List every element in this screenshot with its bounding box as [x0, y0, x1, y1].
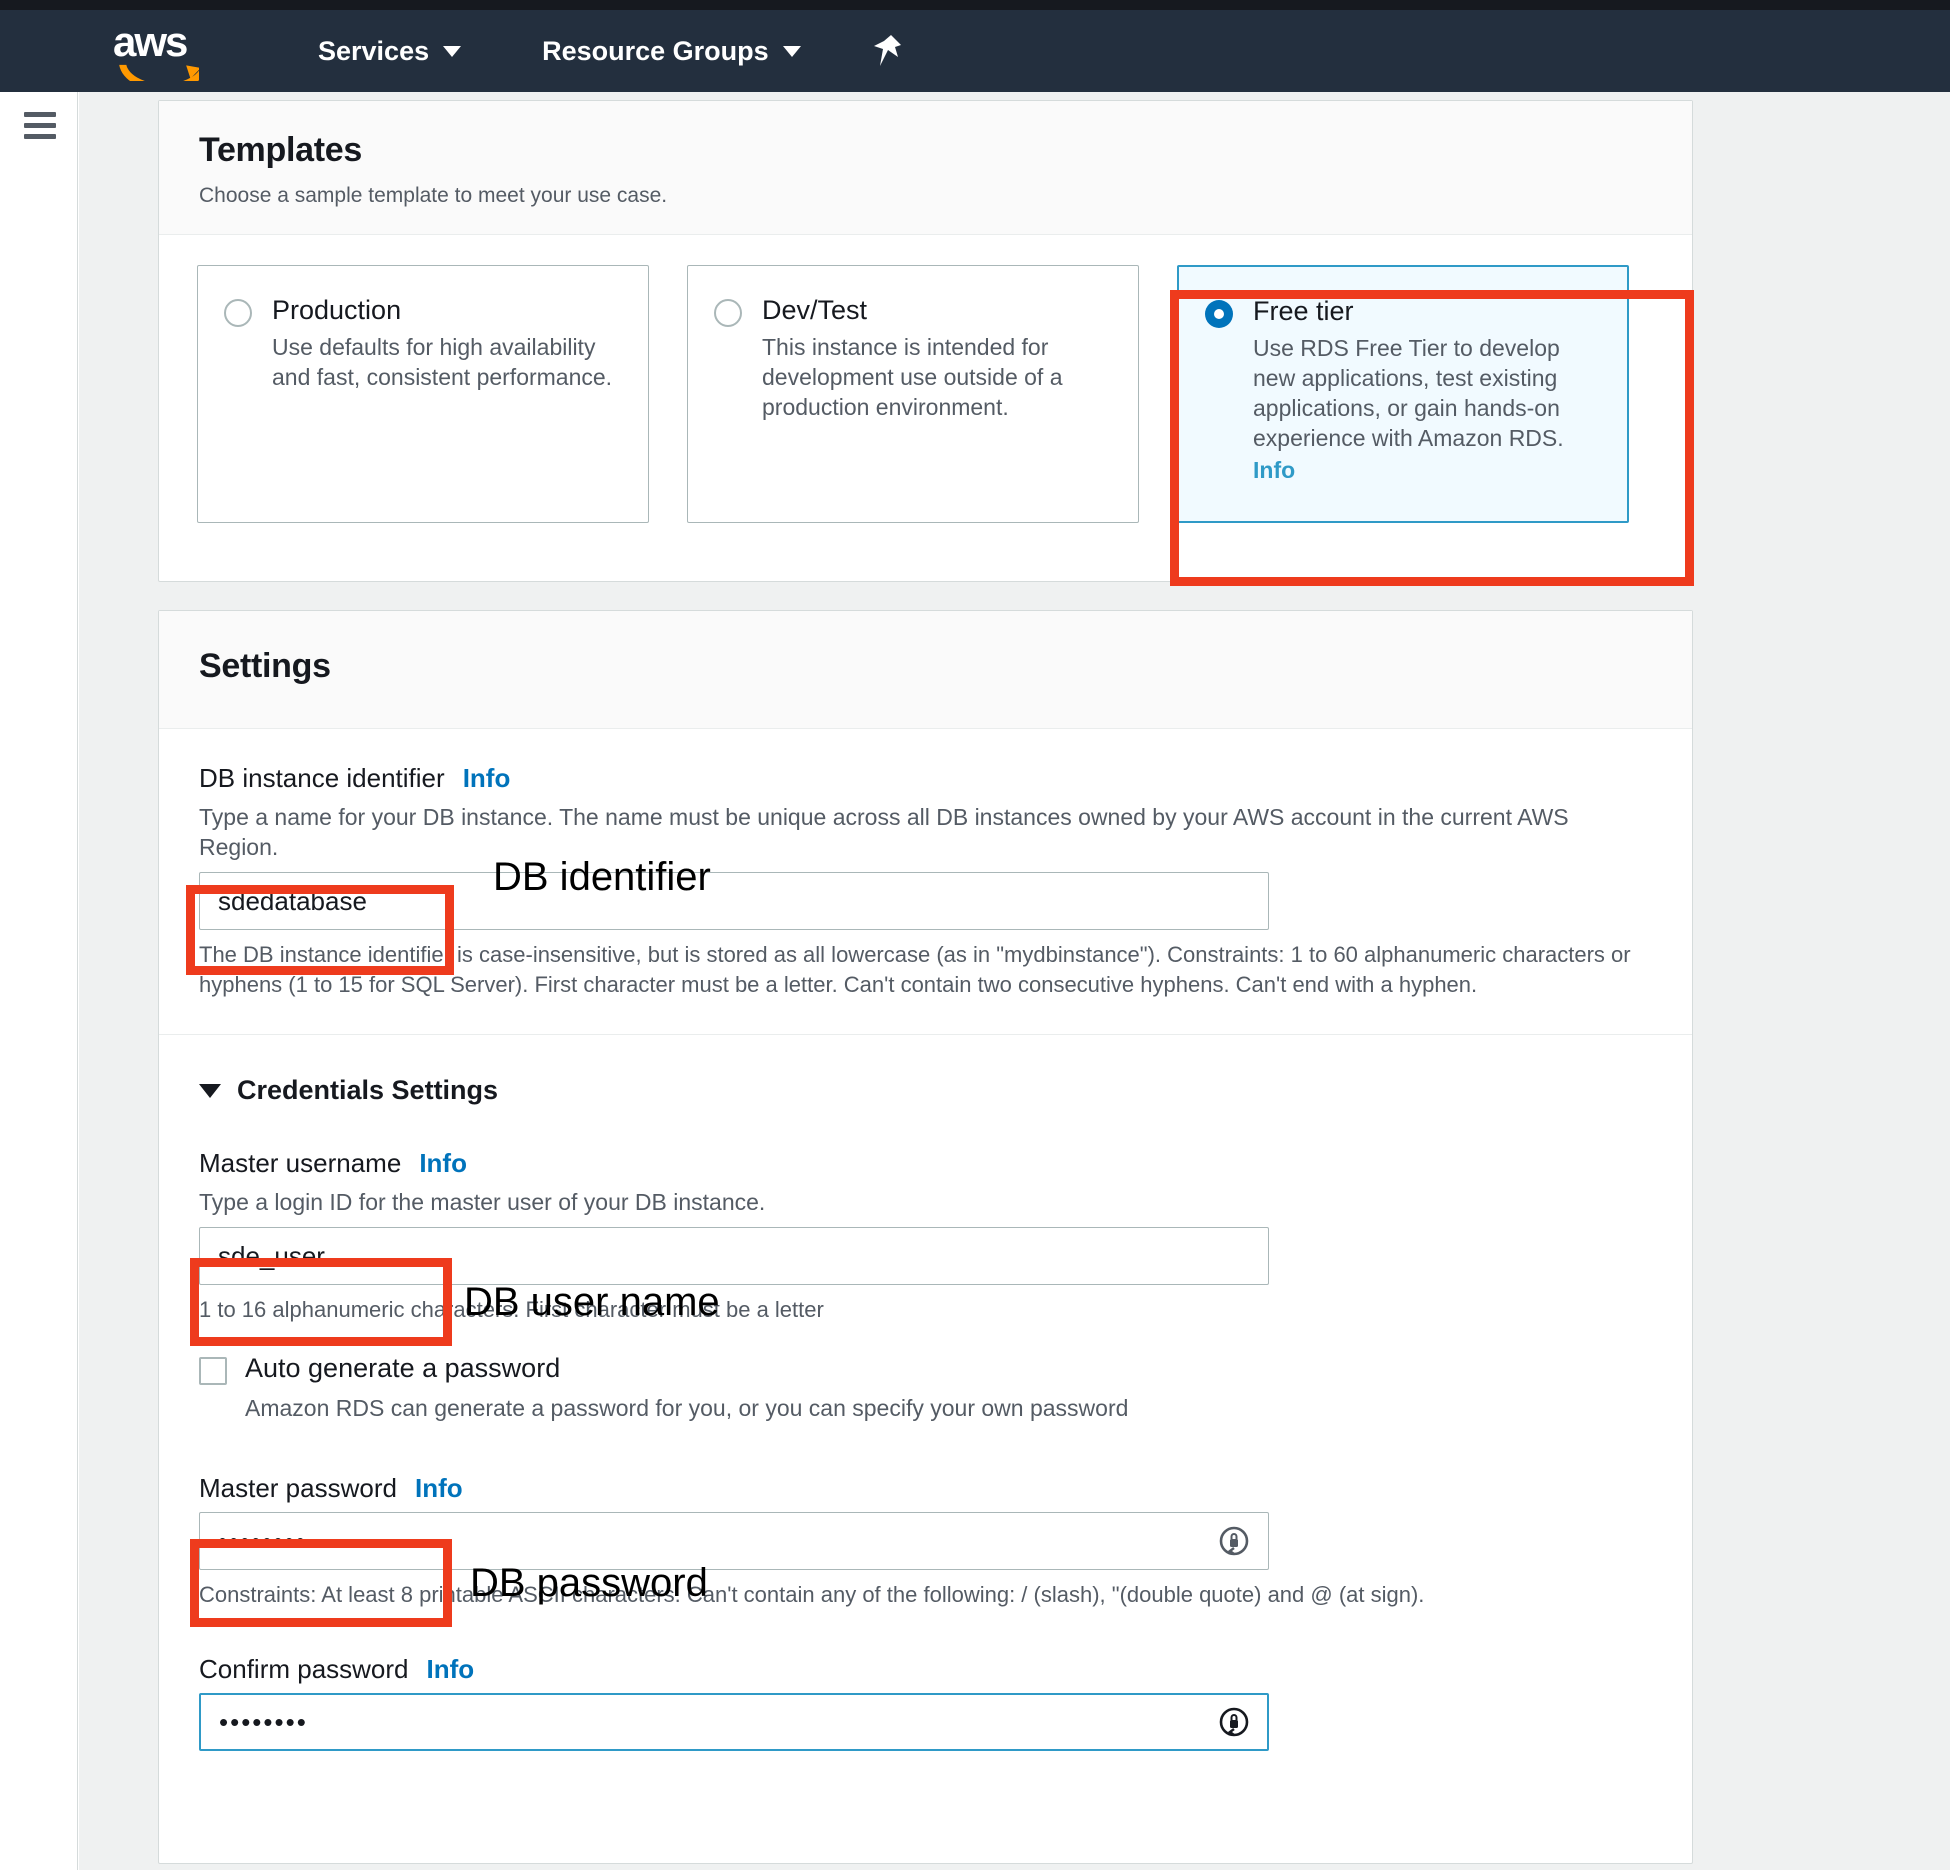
master-username-hint: Type a login ID for the master user of y… [199, 1189, 766, 1215]
aws-logo-smile [119, 55, 199, 81]
auto-generate-password-sub: Amazon RDS can generate a password for y… [245, 1395, 1129, 1421]
template-free-tier-name: Free tier [1253, 296, 1354, 326]
confirm-password-value: •••••••• [219, 1706, 308, 1737]
master-username-note: 1 to 16 alphanumeric characters. First c… [199, 1297, 824, 1322]
master-username-label: Master username [199, 1148, 402, 1178]
aws-logo-text: aws [113, 18, 188, 65]
credentials-settings-toggle[interactable]: Credentials Settings [199, 1075, 1652, 1106]
confirm-password-input[interactable]: •••••••• [199, 1693, 1269, 1751]
master-username-value: sde_user [218, 1240, 325, 1271]
template-card-production[interactable]: Production Use defaults for high availab… [197, 265, 649, 523]
aws-logo-icon[interactable]: aws [113, 18, 205, 77]
master-username-block: Master username Info Type a login ID for… [199, 1148, 1652, 1325]
db-identifier-label-row: DB instance identifier Info [199, 763, 1652, 794]
db-identifier-note: The DB instance identifier is case-insen… [199, 942, 1631, 997]
confirm-password-label: Confirm password [199, 1654, 409, 1684]
top-strip [0, 0, 1950, 10]
radio-devtest[interactable] [714, 299, 742, 327]
settings-title: Settings [199, 647, 331, 685]
templates-title: Templates [199, 131, 362, 169]
auto-generate-password-label: Auto generate a password [245, 1353, 561, 1383]
main-content: Templates Choose a sample template to me… [79, 92, 1950, 1870]
nav-services-label: Services [318, 35, 430, 66]
master-password-input-wrap: •••••••• [199, 1512, 1269, 1570]
templates-header: Templates Choose a sample template to me… [159, 101, 1692, 235]
master-password-note: Constraints: At least 8 printable ASCII … [199, 1582, 1425, 1607]
db-identifier-block: DB instance identifier Info Type a name … [159, 729, 1692, 1034]
radio-production[interactable] [224, 299, 252, 327]
templates-subtitle: Choose a sample template to meet your us… [199, 184, 668, 207]
template-card-devtest[interactable]: Dev/Test This instance is intended for d… [687, 265, 1139, 523]
master-username-label-row: Master username Info [199, 1148, 1652, 1179]
confirm-password-input-wrap: •••••••• [199, 1693, 1269, 1751]
db-identifier-value: sdedatabase [218, 885, 367, 916]
auto-generate-password-text: Auto generate a password Amazon RDS can … [245, 1351, 1128, 1423]
settings-panel: Settings DB instance identifier Info Typ… [158, 610, 1693, 1864]
confirm-password-block: Confirm password Info •••••••• [199, 1654, 1652, 1751]
auto-generate-password-row[interactable]: Auto generate a password Amazon RDS can … [199, 1351, 1652, 1423]
master-password-value: •••••••• [218, 1525, 307, 1556]
templates-options: Production Use defaults for high availab… [159, 235, 1692, 563]
template-devtest-text: Dev/Test This instance is intended for d… [762, 294, 1112, 522]
template-devtest-name: Dev/Test [762, 295, 868, 325]
radio-free-tier[interactable] [1205, 300, 1233, 328]
db-identifier-info-link[interactable]: Info [463, 763, 511, 794]
template-production-name: Production [272, 295, 402, 325]
hamburger-bar [24, 112, 56, 117]
aws-navbar: aws Services Resource Groups [0, 10, 1950, 92]
nav-resource-groups-label: Resource Groups [542, 35, 769, 66]
nav-resource-groups[interactable]: Resource Groups [542, 36, 801, 67]
template-free-tier-text: Free tier Use RDS Free Tier to develop n… [1253, 295, 1601, 521]
master-password-block: Master password Info •••••••• Constraint… [199, 1473, 1652, 1610]
settings-header: Settings [159, 611, 1692, 729]
nav-services[interactable]: Services [318, 35, 462, 67]
left-sidebar [0, 92, 78, 1870]
db-identifier-input[interactable]: sdedatabase [199, 872, 1269, 930]
template-devtest-description: This instance is intended for developmen… [762, 334, 1063, 420]
credentials-block: Credentials Settings Master username Inf… [159, 1035, 1692, 1785]
password-reveal-icon[interactable] [1217, 1524, 1251, 1558]
confirm-password-label-row: Confirm password Info [199, 1654, 1652, 1685]
master-username-info-link[interactable]: Info [419, 1148, 467, 1179]
chevron-down-icon [782, 45, 801, 57]
hamburger-bar [24, 134, 56, 139]
template-production-description: Use defaults for high availability and f… [272, 334, 613, 390]
master-username-input[interactable]: sde_user [199, 1227, 1269, 1285]
hamburger-bar [24, 123, 56, 128]
chevron-down-icon [443, 45, 462, 57]
template-card-free-tier[interactable]: Free tier Use RDS Free Tier to develop n… [1177, 265, 1629, 523]
db-identifier-label: DB instance identifier [199, 763, 445, 793]
template-production-text: Production Use defaults for high availab… [272, 294, 622, 522]
free-tier-info-link[interactable]: Info [1253, 455, 1295, 485]
password-reveal-icon[interactable] [1217, 1705, 1251, 1739]
credentials-settings-label: Credentials Settings [237, 1075, 499, 1105]
master-password-label: Master password [199, 1473, 397, 1503]
hamburger-menu-icon[interactable] [24, 112, 56, 139]
master-password-label-row: Master password Info [199, 1473, 1652, 1504]
template-free-tier-description-text: Use RDS Free Tier to develop new applica… [1253, 335, 1564, 451]
templates-panel: Templates Choose a sample template to me… [158, 100, 1693, 582]
confirm-password-info-link[interactable]: Info [427, 1654, 475, 1685]
auto-generate-password-checkbox[interactable] [199, 1357, 227, 1385]
master-password-info-link[interactable]: Info [415, 1473, 463, 1504]
chevron-down-icon [199, 1083, 221, 1098]
template-free-tier-description: Use RDS Free Tier to develop new applica… [1253, 333, 1601, 485]
master-password-input[interactable]: •••••••• [199, 1512, 1269, 1570]
db-identifier-hint: Type a name for your DB instance. The na… [199, 804, 1569, 860]
pin-icon[interactable] [871, 33, 905, 69]
